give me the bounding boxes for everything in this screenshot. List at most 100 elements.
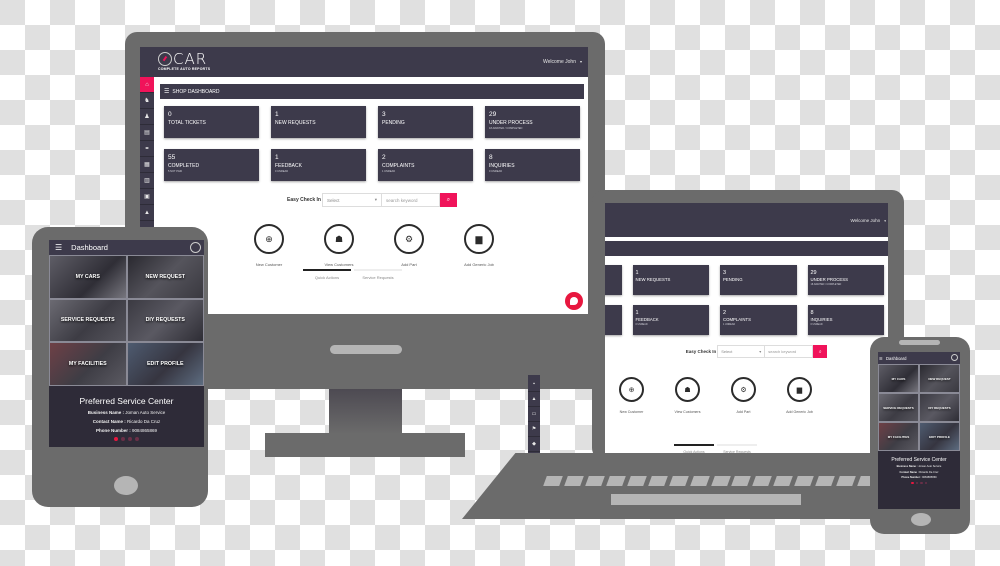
stat-card[interactable]: 2 COMPLAINTS 1 UNREAD	[720, 305, 797, 335]
tile-service-requests[interactable]: SERVICE REQUESTS	[878, 393, 919, 422]
quick-action-add-part[interactable]: ⚙ Add Part	[731, 377, 756, 414]
tile-new-request[interactable]: NEW REQUEST	[919, 364, 960, 393]
briefcase-icon: ▆	[475, 233, 483, 244]
stat-card[interactable]: 1 NEW REQUESTS	[632, 265, 709, 295]
stat-card[interactable]: 8 INQUIRIES 0 UNREAD	[485, 149, 580, 181]
sidebar-item-document[interactable]: ▤	[140, 125, 154, 141]
tile-diy-requests[interactable]: DIY REQUESTS	[919, 393, 960, 422]
caret-down-icon: ▾	[374, 197, 377, 202]
search-input[interactable]: search keyword	[765, 345, 814, 358]
quick-action-view-customers[interactable]: ☗ View Customers	[323, 224, 355, 267]
stat-label: INQUIRIES	[489, 163, 515, 169]
tile-diy-requests[interactable]: DIY REQUESTS	[126, 298, 204, 342]
search-button[interactable]: ⌕	[439, 193, 457, 207]
search-button[interactable]: ⌕	[813, 345, 828, 358]
stat-card[interactable]: 0TOTAL TICKETS	[605, 265, 622, 295]
stat-card[interactable]: 55COMPLETED5 NOT PAID	[605, 305, 622, 335]
monitor-stand-neck	[329, 389, 402, 434]
sidebar-item-home[interactable]: ⌂	[140, 77, 154, 93]
stat-sublabel: 1 UNREAD	[723, 323, 736, 326]
quick-action-circle[interactable]: ▆	[464, 224, 494, 254]
tile-my-facilities[interactable]: MY FACILITIES	[878, 422, 919, 451]
tile-label: DIY REQUESTS	[928, 405, 951, 410]
stat-card[interactable]: 0TOTAL TICKETS	[164, 106, 259, 138]
carousel-dot[interactable]	[924, 481, 927, 484]
quick-action-circle[interactable]: ☗	[324, 224, 354, 254]
carousel-dot[interactable]	[128, 436, 132, 441]
hamburger-menu-icon[interactable]: ☰	[55, 243, 62, 252]
stat-card[interactable]: 3 PENDING	[378, 106, 473, 138]
quick-action-circle[interactable]: ⚙	[731, 377, 756, 402]
profile-icon[interactable]	[951, 354, 958, 361]
dashboard-tabs: Quick Actions Service Requests	[303, 269, 402, 280]
carousel-dot[interactable]	[135, 436, 139, 441]
sidebar-item-users[interactable]: ♞	[140, 93, 154, 109]
chat-button[interactable]	[565, 292, 583, 310]
top-navbar: Welcome John ▾	[605, 203, 888, 237]
user-menu[interactable]: Welcome John ▾	[543, 59, 582, 65]
menu-icon[interactable]: ☰	[164, 88, 169, 95]
tab-quick-actions[interactable]: Quick Actions	[303, 269, 351, 280]
car-logo[interactable]: CAR COMPLETE AUTO REPORTS	[158, 50, 210, 71]
stat-value: 0	[605, 270, 619, 276]
carousel-dot[interactable]	[920, 481, 923, 484]
quick-action-new-customer[interactable]: ⊕ New Customer	[619, 377, 644, 414]
quick-action-circle[interactable]: ⚙	[394, 224, 424, 254]
sidebar-item-tag[interactable]: ◆	[528, 437, 540, 452]
sidebar-item-flag[interactable]: ⚑	[528, 422, 540, 437]
tab-service-requests[interactable]: Service Requests	[717, 444, 757, 453]
stat-card[interactable]: 2 COMPLAINTS 1 UNREAD	[378, 149, 473, 181]
tab-service-requests[interactable]: Service Requests	[354, 269, 402, 280]
tile-new-request[interactable]: NEW REQUEST	[126, 255, 204, 299]
sidebar-item-calendar[interactable]: ▣	[140, 189, 154, 205]
users-group-icon: ☗	[684, 386, 691, 394]
search-input[interactable]: search keyword	[381, 193, 440, 207]
sidebar-item-handshake[interactable]: ⚭	[140, 141, 154, 157]
carousel-dot[interactable]	[915, 481, 918, 484]
tab-quick-actions[interactable]: Quick Actions	[674, 444, 714, 453]
stat-card[interactable]: 1 FEEDBACK 0 UNREAD	[271, 149, 366, 181]
sidebar-item-notes[interactable]: ▦	[140, 157, 154, 173]
sidebar-item-chart[interactable]: ▥	[140, 173, 154, 189]
profile-icon[interactable]	[190, 242, 201, 253]
stat-card[interactable]: 3 PENDING	[720, 265, 797, 295]
sidebar-item-warning[interactable]: ▲	[528, 392, 540, 407]
stat-card[interactable]: 29 UNDER PROCESS 18 AWAITED / COMPLETED	[807, 265, 884, 295]
stat-card[interactable]: 1 FEEDBACK 0 UNREAD	[632, 305, 709, 335]
quick-action-add-generic-job[interactable]: ▆ Add Generic Job	[786, 377, 813, 414]
section-title: SHOP DASHBOARD	[172, 88, 220, 95]
section-header: ☰ SHOP DASHBOARD	[160, 84, 584, 99]
sidebar-item-warning[interactable]: ▲	[140, 205, 154, 221]
stat-card[interactable]: 1 NEW REQUESTS	[271, 106, 366, 138]
phone-number: Phone Number : 9084865869	[95, 427, 158, 433]
hamburger-menu-icon[interactable]: ☰	[879, 356, 883, 361]
quick-action-new-customer[interactable]: ⊕ New Customer	[253, 224, 285, 267]
carousel-dot[interactable]	[911, 481, 914, 484]
quick-action-circle[interactable]: ⊕	[254, 224, 284, 254]
sidebar-item-document[interactable]: ▪	[528, 377, 540, 392]
tile-service-requests[interactable]: SERVICE REQUESTS	[49, 298, 127, 342]
tile-my-cars[interactable]: MY CARS	[49, 255, 127, 299]
quick-action-add-part[interactable]: ⚙ Add Part	[393, 224, 425, 267]
user-menu[interactable]: Welcome John ▾	[851, 218, 887, 223]
stat-value: 1	[635, 310, 639, 316]
sidebar-item-user[interactable]: ♟	[140, 109, 154, 125]
sidebar-item-monitor[interactable]: ▭	[528, 407, 540, 422]
quick-action-view-customers[interactable]: ☗ View Customers	[674, 377, 701, 414]
stat-card[interactable]: 55COMPLETED5 NOT PAID	[164, 149, 259, 181]
quick-action-circle[interactable]: ☗	[675, 377, 700, 402]
carousel-dot[interactable]	[121, 436, 125, 441]
checkin-select[interactable]: Select ▾	[321, 193, 382, 207]
quick-action-add-generic-job[interactable]: ▆ Add Generic Job	[463, 224, 495, 267]
checkin-select[interactable]: Select ▾	[717, 345, 766, 358]
quick-action-circle[interactable]: ⊕	[619, 377, 644, 402]
stat-card[interactable]: 29 UNDER PROCESS 18 AWAITED / COMPLETED	[485, 106, 580, 138]
tile-my-cars[interactable]: MY CARS	[878, 364, 919, 393]
stat-card[interactable]: 8 INQUIRIES 0 UNREAD	[807, 305, 884, 335]
tile-edit-profile[interactable]: EDIT PROFILE	[126, 342, 204, 386]
stat-sublabel: 18 AWAITED / COMPLETED	[810, 283, 842, 286]
carousel-dot[interactable]	[114, 436, 118, 441]
tile-my-facilities[interactable]: MY FACILITIES	[49, 342, 127, 386]
quick-action-circle[interactable]: ▆	[787, 377, 812, 402]
tile-edit-profile[interactable]: EDIT PROFILE	[919, 422, 960, 451]
